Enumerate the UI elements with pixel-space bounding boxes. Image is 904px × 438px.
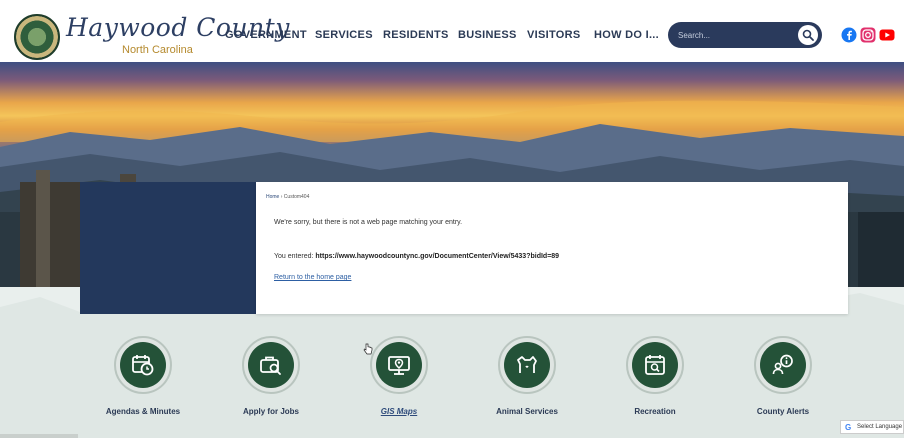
briefcase-search-icon [260, 356, 281, 375]
content-sidebar [80, 182, 256, 314]
quicklink-label[interactable]: Apply for Jobs [211, 407, 331, 416]
hand-cursor-icon [363, 343, 373, 355]
quicklink-circle [114, 336, 172, 394]
translate-label[interactable]: Select Language [857, 424, 902, 430]
quicklink-recreation[interactable]: Recreation [595, 336, 715, 426]
search-button[interactable] [798, 25, 818, 45]
quicklink-label[interactable]: Agendas & Minutes [83, 407, 203, 416]
quicklink-animal-services[interactable]: Animal Services [467, 336, 587, 426]
county-seal-logo[interactable] [14, 14, 60, 60]
map-screen-icon [388, 356, 410, 375]
breadcrumb-home-link[interactable]: Home [266, 194, 279, 200]
search-bar [668, 22, 822, 48]
quicklink-inner [504, 342, 550, 388]
breadcrumb: Home › Custom404 [266, 194, 309, 200]
quicklink-inner [120, 342, 166, 388]
nav-visitors[interactable]: VISITORS [527, 29, 581, 41]
quicklink-label[interactable]: County Alerts [723, 407, 843, 416]
nav-services[interactable]: SERVICES [315, 29, 373, 41]
nav-residents[interactable]: RESIDENTS [383, 29, 449, 41]
youtube-icon[interactable] [879, 27, 895, 43]
logo-subtitle: North Carolina [122, 44, 193, 56]
quicklink-county-alerts[interactable]: County Alerts [723, 336, 843, 426]
quicklink-label[interactable]: Recreation [595, 407, 715, 416]
quicklink-agendas-minutes[interactable]: Agendas & Minutes [83, 336, 203, 426]
quicklink-apply-for-jobs[interactable]: Apply for Jobs [211, 336, 331, 426]
nav-business[interactable]: BUSINESS [458, 29, 517, 41]
search-input[interactable] [678, 28, 788, 42]
facebook-icon[interactable] [841, 27, 857, 43]
entered-url: https://www.haywoodcountync.gov/Document… [315, 253, 560, 260]
animal-icon [517, 356, 537, 373]
content-card: Home › Custom404 We're sorry, but there … [256, 182, 848, 314]
google-translate-widget[interactable]: G Select Language [840, 420, 904, 434]
return-home-link[interactable]: Return to the home page [274, 274, 351, 281]
search-icon [802, 29, 814, 41]
quicklink-inner [760, 342, 806, 388]
quicklink-gis-maps[interactable]: GIS Maps [339, 336, 459, 426]
breadcrumb-separator: › [280, 194, 283, 200]
error-message: We're sorry, but there is not a web page… [274, 219, 463, 226]
person-alert-icon [772, 354, 793, 375]
quicklink-inner [632, 342, 678, 388]
entered-label: You entered: [274, 253, 316, 260]
entered-url-line: You entered: https://www.haywoodcountync… [274, 253, 559, 260]
nav-how-do-i[interactable]: HOW DO I... [594, 29, 659, 41]
quicklink-inner [376, 342, 422, 388]
quicklink-inner [248, 342, 294, 388]
nav-government[interactable]: GOVERNMENT [225, 29, 307, 41]
breadcrumb-current: Custom404 [283, 194, 310, 200]
quicklink-circle [754, 336, 812, 394]
footer-strip [0, 434, 78, 438]
instagram-icon[interactable] [860, 27, 876, 43]
quicklink-circle [242, 336, 300, 394]
quicklink-circle [626, 336, 684, 394]
quicklink-circle [498, 336, 556, 394]
quicklink-circle [370, 336, 428, 394]
calendar-clock-icon [132, 355, 154, 376]
google-translate-icon: G [845, 423, 852, 432]
calendar-search-icon [645, 355, 665, 375]
quicklink-label[interactable]: GIS Maps [339, 407, 459, 416]
quicklink-label[interactable]: Animal Services [467, 407, 587, 416]
